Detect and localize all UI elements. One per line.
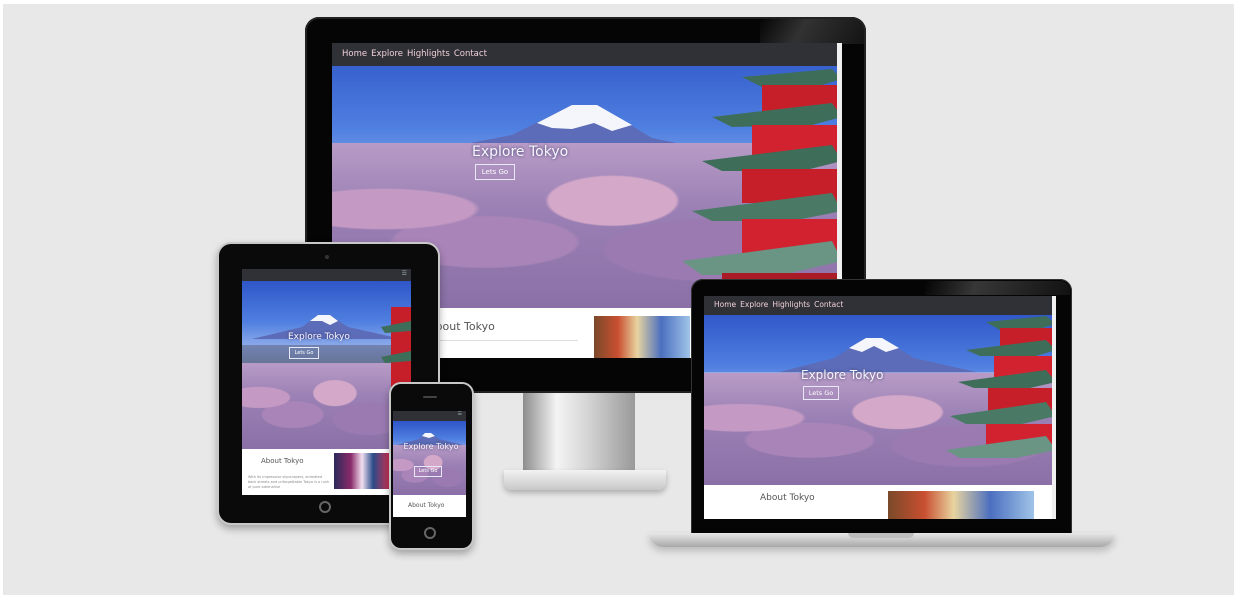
nav-home[interactable]: Home — [714, 300, 736, 309]
monitor-glare — [760, 19, 864, 44]
laptop-screen: Home Explore Highlights Contact Explore Tok… — [704, 296, 1056, 519]
hamburger-menu-icon[interactable]: ☰ — [458, 411, 462, 417]
hero-cta-button[interactable]: Lets Go — [475, 164, 515, 180]
nav-highlights[interactable]: Highlights — [407, 49, 450, 59]
about-section: About Tokyo — [393, 495, 466, 517]
nav-contact[interactable]: Contact — [454, 49, 487, 59]
nav-links: Home Explore Highlights Contact — [714, 300, 847, 309]
about-title: About Tokyo — [760, 493, 815, 503]
site-navbar: ☰ — [242, 269, 411, 281]
hamburger-menu-icon[interactable]: ☰ — [402, 270, 407, 277]
about-image — [594, 316, 690, 358]
nav-explore[interactable]: Explore — [740, 300, 768, 309]
hero-title: Explore Tokyo — [403, 442, 459, 451]
hero-title: Explore Tokyo — [801, 368, 884, 382]
nav-explore[interactable]: Explore — [371, 49, 403, 59]
about-image — [334, 453, 390, 489]
nav-home[interactable]: Home — [342, 49, 367, 59]
nav-links: Home Explore Highlights Contact — [342, 49, 491, 59]
monitor-neck — [523, 392, 635, 476]
nav-highlights[interactable]: Highlights — [772, 300, 810, 309]
site-navbar: ☰ — [393, 411, 466, 421]
about-snippet: With its impressive skyscrapers, animate… — [248, 475, 329, 489]
tablet-home-button-icon[interactable] — [319, 501, 331, 513]
nav-contact[interactable]: Contact — [814, 300, 843, 309]
hero-title: Explore Tokyo — [288, 332, 350, 342]
phone-speaker — [423, 396, 437, 398]
hero-title: Explore Tokyo — [472, 144, 569, 160]
pagoda — [946, 316, 1056, 458]
site-navbar: Home Explore Highlights Contact — [704, 296, 1056, 315]
site-navbar: Home Explore Highlights Contact — [332, 43, 842, 66]
about-title: About Tokyo — [261, 457, 304, 465]
about-section: About Tokyo — [704, 485, 1056, 519]
scrollbar[interactable] — [1052, 296, 1056, 519]
pagoda — [682, 69, 842, 301]
hero-cta-button[interactable]: Lets Go — [803, 386, 839, 400]
about-section: About Tokyo With its impressive skyscrap… — [242, 449, 411, 495]
phone-home-button-icon[interactable] — [424, 527, 436, 539]
mockup-stage: Home Explore Highlights Contact Explore Tok… — [0, 0, 1237, 599]
about-divider — [428, 340, 578, 341]
tablet-camera — [325, 255, 329, 259]
laptop-glare — [925, 281, 1070, 295]
monitor-base — [504, 470, 666, 490]
about-title: About Tokyo — [408, 502, 445, 509]
phone-screen: ☰ Explore Tokyo Lets Go About Tokyo — [393, 411, 466, 517]
hero-cta-button[interactable]: Lets Go — [289, 347, 319, 359]
hero-cta-button[interactable]: Lets Go — [414, 466, 442, 477]
about-image — [888, 491, 1034, 519]
laptop-notch — [848, 533, 914, 538]
tablet-screen: ☰ Explore Tokyo Lets Go About Tokyo With… — [242, 269, 411, 495]
